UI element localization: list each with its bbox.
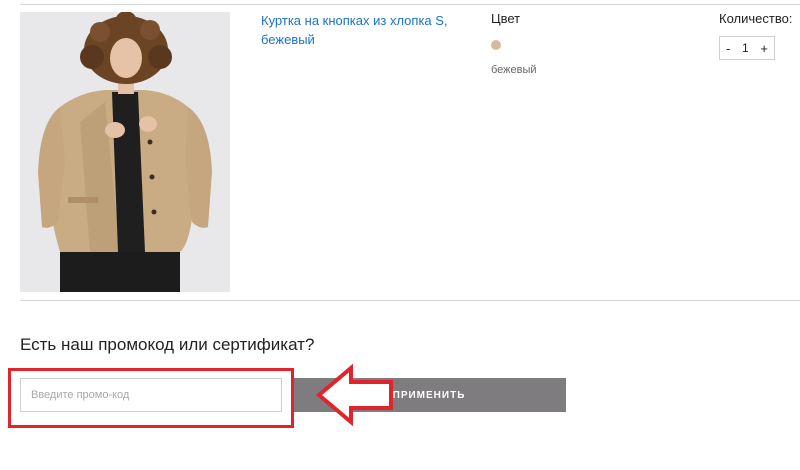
quantity-stepper: - 1 +	[719, 36, 775, 60]
product-image[interactable]	[20, 12, 230, 292]
quantity-increase-button[interactable]: +	[760, 41, 768, 56]
quantity-value[interactable]: 1	[742, 41, 749, 55]
quantity-label: Количество:	[719, 11, 793, 26]
promo-title: Есть наш промокод или сертификат?	[20, 335, 315, 354]
product-name-link[interactable]: Куртка на кнопках из хлопка S, бежевый	[261, 11, 461, 49]
promo-code-input[interactable]	[20, 378, 282, 412]
color-swatch[interactable]	[491, 40, 501, 50]
bottom-divider	[20, 300, 800, 301]
color-label: Цвет	[491, 11, 521, 26]
top-divider	[20, 4, 800, 5]
quantity-decrease-button[interactable]: -	[726, 41, 730, 56]
apply-promo-button[interactable]: ПРИМЕНИТЬ	[292, 378, 566, 412]
color-value: бежевый	[491, 64, 537, 76]
